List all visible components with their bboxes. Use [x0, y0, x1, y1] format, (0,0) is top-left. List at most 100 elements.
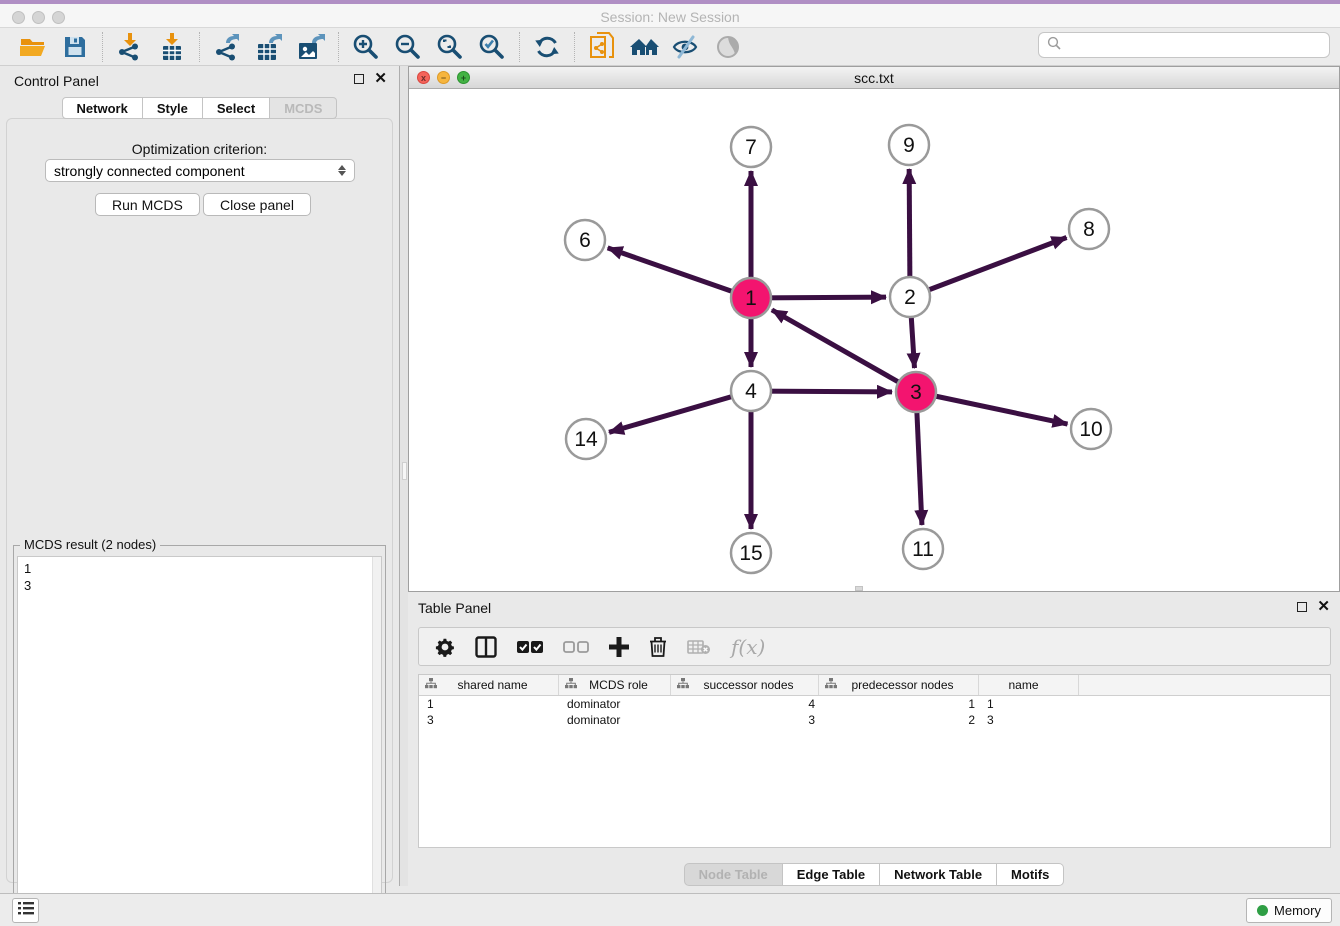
- node-table: shared nameMCDS role successor nodes prede…: [418, 674, 1331, 848]
- table-cell[interactable]: 1: [819, 696, 979, 712]
- open-session-icon[interactable]: [16, 31, 50, 63]
- tab-motifs[interactable]: Motifs: [997, 863, 1064, 886]
- search-input[interactable]: [1066, 38, 1321, 53]
- zoom-in-icon[interactable]: [349, 31, 383, 63]
- splitter-handle[interactable]: [402, 462, 407, 480]
- table-cell[interactable]: 2: [819, 712, 979, 728]
- close-panel-button[interactable]: Close panel: [203, 193, 311, 216]
- network-window-titlebar: x − + scc.txt: [409, 67, 1339, 89]
- delete-column-trash-icon[interactable]: [649, 636, 667, 657]
- deselect-all-checkboxes-icon[interactable]: [563, 640, 589, 654]
- split-columns-icon[interactable]: [475, 636, 497, 658]
- task-history-button[interactable]: [12, 898, 39, 923]
- criterion-dropdown[interactable]: strongly connected component: [45, 159, 355, 182]
- column-header-MCDS-role[interactable]: MCDS role: [559, 675, 671, 695]
- shared-column-icon: [425, 678, 437, 692]
- float-table-panel-icon[interactable]: [1297, 602, 1307, 612]
- graph-edge-4-14[interactable]: [609, 391, 751, 432]
- shared-column-icon: [825, 678, 837, 692]
- network-window-title: scc.txt: [409, 70, 1339, 86]
- table-cell[interactable]: 3: [419, 712, 559, 728]
- table-cell[interactable]: 3: [671, 712, 819, 728]
- table-settings-gear-icon[interactable]: [435, 637, 455, 657]
- graph-node-10[interactable]: 10: [1071, 409, 1111, 449]
- save-session-icon[interactable]: [58, 31, 92, 63]
- table-cell[interactable]: 1: [979, 696, 1079, 712]
- column-header-label: successor nodes: [689, 678, 818, 692]
- import-table-icon[interactable]: [155, 31, 189, 63]
- close-table-panel-icon[interactable]: ✕: [1317, 602, 1330, 612]
- table-cell[interactable]: 1: [419, 696, 559, 712]
- clone-network-icon[interactable]: [585, 31, 619, 63]
- tab-network[interactable]: Network: [62, 97, 143, 119]
- function-builder-icon: f(x): [731, 635, 765, 659]
- memory-button[interactable]: Memory: [1246, 898, 1332, 923]
- mcds-result-group: MCDS result (2 nodes) 1 3: [13, 545, 386, 925]
- graph-node-2[interactable]: 2: [890, 277, 930, 317]
- import-network-icon[interactable]: [113, 31, 147, 63]
- add-column-plus-icon[interactable]: [609, 637, 629, 657]
- scrollbar[interactable]: [372, 557, 381, 919]
- graph-node-11[interactable]: 11: [903, 529, 943, 569]
- graph-node-4[interactable]: 4: [731, 371, 771, 411]
- horizontal-splitter-handle[interactable]: [855, 586, 863, 591]
- tab-network-table[interactable]: Network Table: [880, 863, 997, 886]
- delete-table-icon: [687, 639, 711, 655]
- close-panel-icon[interactable]: ✕: [374, 74, 387, 84]
- column-header-name[interactable]: name: [979, 675, 1079, 695]
- memory-label: Memory: [1274, 903, 1321, 918]
- run-mcds-button[interactable]: Run MCDS: [95, 193, 200, 216]
- graph-node-label: 15: [739, 542, 762, 565]
- mcds-result-textarea[interactable]: 1 3: [17, 556, 382, 920]
- search-field[interactable]: [1038, 32, 1330, 58]
- column-header-label: predecessor nodes: [837, 678, 978, 692]
- export-network-icon[interactable]: [210, 31, 244, 63]
- graph-node-14[interactable]: 14: [566, 419, 606, 459]
- graph-edge-3-1[interactable]: [772, 310, 916, 392]
- tab-select[interactable]: Select: [203, 97, 270, 119]
- tab-node-table[interactable]: Node Table: [684, 863, 783, 886]
- float-panel-icon[interactable]: [354, 74, 364, 84]
- table-row[interactable]: 1dominator411: [419, 696, 1330, 712]
- zoom-out-icon[interactable]: [391, 31, 425, 63]
- zoom-selected-icon[interactable]: [475, 31, 509, 63]
- vertical-splitter[interactable]: [399, 66, 408, 886]
- column-header-successor-nodes[interactable]: successor nodes: [671, 675, 819, 695]
- zoom-fit-icon[interactable]: [433, 31, 467, 63]
- export-table-icon[interactable]: [252, 31, 286, 63]
- graph-node-8[interactable]: 8: [1069, 209, 1109, 249]
- graph-node-label: 14: [574, 428, 598, 451]
- table-cell[interactable]: 3: [979, 712, 1079, 728]
- select-all-checkboxes-icon[interactable]: [517, 640, 543, 654]
- table-cell[interactable]: dominator: [559, 712, 671, 728]
- graph-edge-3-10[interactable]: [916, 392, 1068, 424]
- mcds-result-title: MCDS result (2 nodes): [20, 537, 160, 552]
- graph-node-9[interactable]: 9: [889, 125, 929, 165]
- home-icon[interactable]: [627, 31, 661, 63]
- table-cell[interactable]: dominator: [559, 696, 671, 712]
- graph-edge-1-6[interactable]: [608, 248, 751, 298]
- tab-mcds[interactable]: MCDS: [270, 97, 337, 119]
- graph-node-label: 6: [579, 229, 591, 252]
- graph-node-label: 7: [745, 136, 757, 159]
- graph-node-label: 9: [903, 134, 915, 157]
- tab-style[interactable]: Style: [143, 97, 203, 119]
- column-header-label: name: [979, 678, 1078, 692]
- network-graph[interactable]: 7 9 6 8 1 2 4 3 14 10 15 11: [409, 89, 1339, 591]
- graph-node-7[interactable]: 7: [731, 127, 771, 167]
- column-header-predecessor-nodes[interactable]: predecessor nodes: [819, 675, 979, 695]
- control-panel-title: Control Panel: [14, 73, 99, 89]
- table-row[interactable]: 3dominator323: [419, 712, 1330, 728]
- graph-edge-2-8[interactable]: [910, 238, 1067, 297]
- column-header-shared-name[interactable]: shared name: [419, 675, 559, 695]
- hide-selected-eye-icon[interactable]: [669, 31, 703, 63]
- search-icon: [1047, 36, 1061, 55]
- graph-node-1[interactable]: 1: [731, 278, 771, 318]
- graph-node-3[interactable]: 3: [896, 372, 936, 412]
- tab-edge-table[interactable]: Edge Table: [783, 863, 880, 886]
- graph-node-15[interactable]: 15: [731, 533, 771, 573]
- export-image-icon[interactable]: [294, 31, 328, 63]
- apply-layout-icon[interactable]: [530, 31, 564, 63]
- graph-node-6[interactable]: 6: [565, 220, 605, 260]
- table-cell[interactable]: 4: [671, 696, 819, 712]
